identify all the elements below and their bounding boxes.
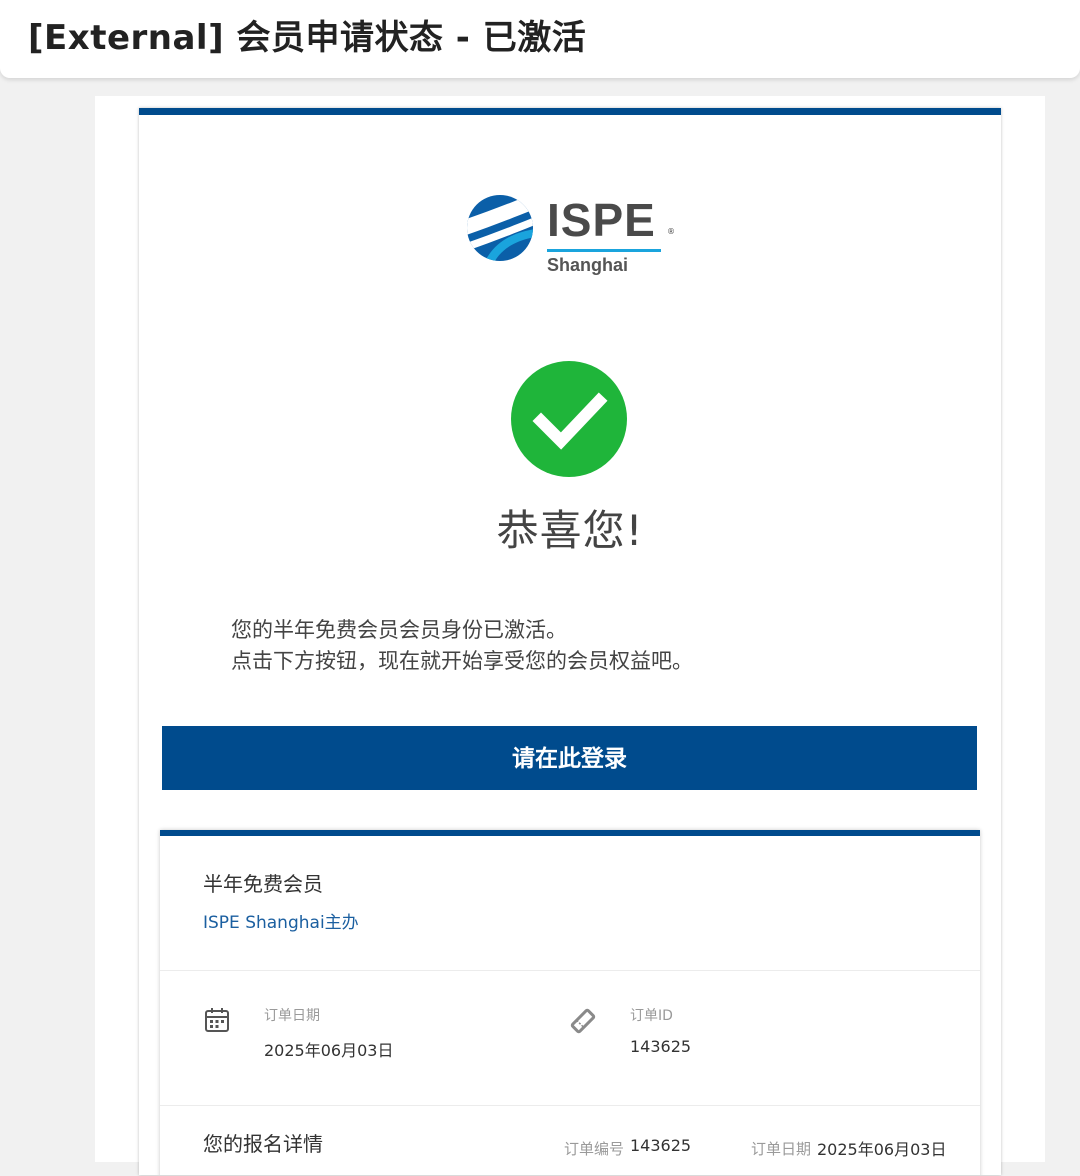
logo-registered-mark: ® [667, 227, 675, 236]
divider [160, 970, 980, 971]
activation-message: 您的半年免费会员会员身份已激活。 点击下方按钮，现在就开始享受您的会员权益吧。 [231, 615, 693, 677]
email-card: ISPE ® Shanghai 恭喜您! 您的半年免费会员会员身份已激活。 点击… [139, 108, 1001, 1175]
ispe-logo: ISPE ® Shanghai [465, 187, 695, 287]
congrats-heading: 恭喜您! [496, 506, 644, 555]
order-date-label-2: 订单日期 [751, 1140, 812, 1158]
ispe-globe-logo-icon [465, 193, 535, 263]
order-date-value-2: 2025年06月03日 [817, 1140, 947, 1159]
logo-brand-text: ISPE [547, 194, 656, 246]
order-summary-card: 半年免费会员 ISPE Shanghai主办 订单日期 2025年06月03日 [160, 830, 980, 1175]
order-number-label: 订单编号 [564, 1140, 625, 1158]
message-line-1: 您的半年免费会员会员身份已激活。 [231, 618, 567, 642]
registration-details-title: 您的报名详情 [203, 1132, 323, 1156]
email-header: [External] 会员申请状态 - 已激活 [0, 0, 1080, 78]
message-line-2: 点击下方按钮，现在就开始享受您的会员权益吧。 [231, 649, 693, 673]
email-subject: [External] 会员申请状态 - 已激活 [28, 18, 587, 58]
plan-name: 半年免费会员 [203, 872, 323, 896]
ticket-icon [568, 1006, 598, 1036]
logo-subtitle: Shanghai [547, 255, 629, 275]
order-id-value: 143625 [630, 1037, 692, 1056]
order-date-value: 2025年06月03日 [264, 1041, 394, 1060]
login-button[interactable]: 请在此登录 [162, 726, 977, 790]
success-check-icon [511, 361, 627, 477]
order-number-value: 143625 [630, 1136, 692, 1155]
logo-underline [547, 249, 661, 252]
order-date-label: 订单日期 [264, 1008, 320, 1024]
calendar-icon [203, 1006, 233, 1036]
order-id-label: 订单ID [630, 1008, 673, 1024]
organizer-link[interactable]: ISPE Shanghai主办 [203, 908, 359, 933]
divider [160, 1105, 980, 1106]
